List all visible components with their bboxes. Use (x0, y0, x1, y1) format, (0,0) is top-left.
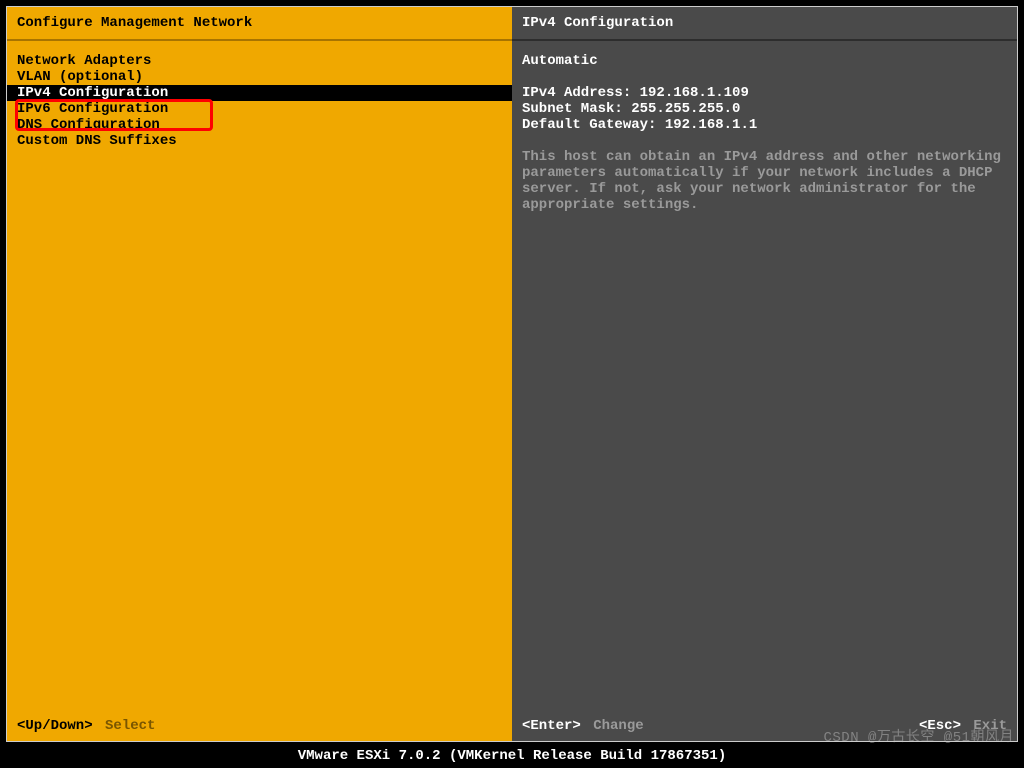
help-text: This host can obtain an IPv4 address and… (522, 149, 1002, 213)
hint-esc: <Esc> Exit (919, 718, 1007, 734)
default-gateway-row: Default Gateway: 192.168.1.1 (522, 117, 1007, 133)
right-pane-title: IPv4 Configuration (512, 7, 1017, 41)
menu-item-network-adapters[interactable]: Network Adapters (7, 53, 512, 69)
detail-body: Automatic IPv4 Address: 192.168.1.109 Su… (512, 41, 1017, 711)
left-pane: Configure Management Network Network Ada… (7, 7, 512, 741)
right-pane: IPv4 Configuration Automatic IPv4 Addres… (512, 7, 1017, 741)
ipv4-address-row: IPv4 Address: 192.168.1.109 (522, 85, 1007, 101)
left-menu: Network Adapters VLAN (optional) IPv4 Co… (7, 41, 512, 711)
left-footer: <Up/Down> Select (7, 711, 512, 741)
left-pane-title: Configure Management Network (7, 7, 512, 41)
hint-action-exit: Exit (973, 718, 1007, 734)
ipv4-address-label: IPv4 Address: (522, 85, 640, 101)
hint-action-change: Change (593, 718, 643, 734)
default-gateway-value: 192.168.1.1 (665, 117, 757, 133)
ipv4-address-value: 192.168.1.109 (640, 85, 749, 101)
menu-item-vlan[interactable]: VLAN (optional) (7, 69, 512, 85)
hint-updown: <Up/Down> Select (17, 718, 155, 734)
dcui-screen: Configure Management Network Network Ada… (6, 6, 1018, 742)
hint-action-select: Select (105, 718, 155, 734)
menu-list[interactable]: Network Adapters VLAN (optional) IPv4 Co… (7, 53, 512, 149)
hint-key-enter: <Enter> (522, 718, 581, 734)
hint-key-esc: <Esc> (919, 718, 961, 734)
subnet-mask-row: Subnet Mask: 255.255.255.0 (522, 101, 1007, 117)
default-gateway-label: Default Gateway: (522, 117, 665, 133)
subnet-mask-label: Subnet Mask: (522, 101, 631, 117)
status-bar: VMware ESXi 7.0.2 (VMKernel Release Buil… (0, 744, 1024, 768)
menu-item-dns-suffixes[interactable]: Custom DNS Suffixes (7, 133, 512, 149)
hint-key-updown: <Up/Down> (17, 718, 93, 734)
menu-item-ipv4[interactable]: IPv4 Configuration (7, 85, 512, 101)
ipv4-details: IPv4 Address: 192.168.1.109 Subnet Mask:… (522, 85, 1007, 133)
menu-item-dns[interactable]: DNS Configuration (7, 117, 512, 133)
hint-enter: <Enter> Change (522, 718, 644, 734)
subnet-mask-value: 255.255.255.0 (631, 101, 740, 117)
right-footer: <Enter> Change <Esc> Exit (512, 711, 1017, 741)
menu-item-ipv6[interactable]: IPv6 Configuration (7, 101, 512, 117)
ipv4-mode: Automatic (522, 53, 1007, 69)
